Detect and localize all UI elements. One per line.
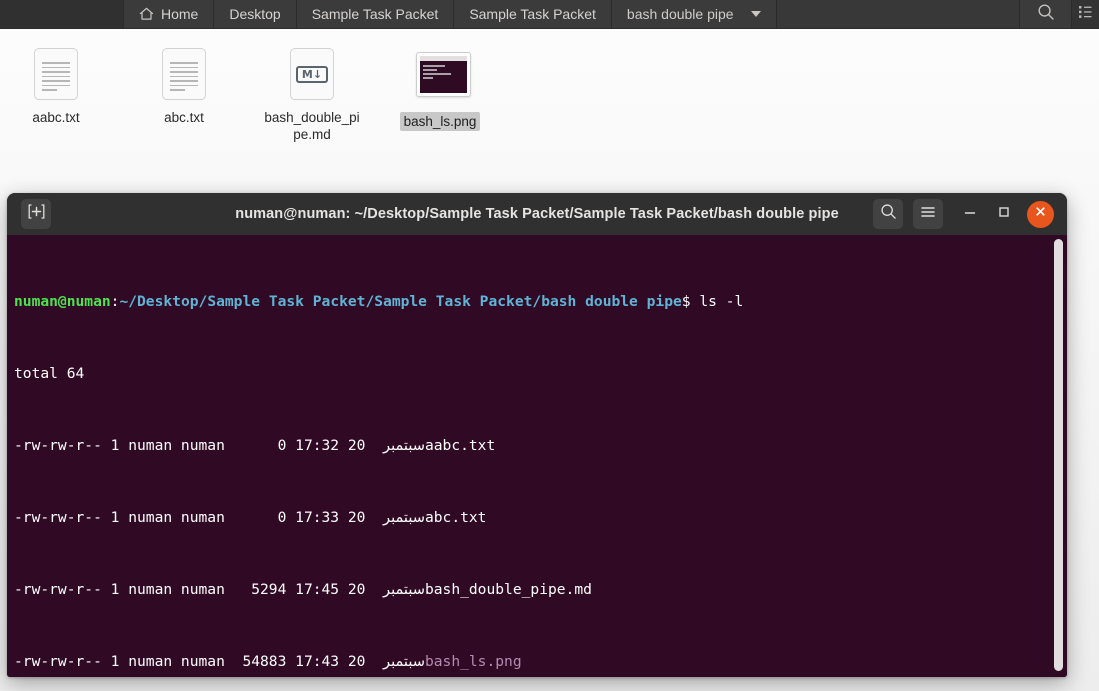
breadcrumb-item-home-label: Home (161, 6, 199, 22)
file-item-bash-ls-png-label: bash_ls.png (399, 112, 481, 131)
markdown-file-icon: M↓ (288, 48, 336, 100)
listing-name-png: bash_ls.png (424, 653, 522, 670)
prompt-path: ~/Desktop/Sample Task Packet/Sample Task… (119, 293, 682, 310)
listing-month-png: سبتمبر (383, 653, 425, 670)
breadcrumb-item-sample-task-packet-1-label: Sample Task Packet (311, 6, 439, 22)
file-item-bash-double-pipe-md-label: bash_double_pipe.md (264, 110, 360, 142)
breadcrumb-item-home[interactable]: Home (124, 0, 215, 28)
breadcrumb-item-sample-task-packet-1[interactable]: Sample Task Packet (296, 0, 455, 28)
file-manager-search-button[interactable] (1020, 0, 1072, 28)
prompt-user: numan@numan (14, 293, 111, 310)
home-icon (139, 7, 154, 21)
breadcrumb-filler (776, 0, 1020, 28)
file-item-abc-txt-label: abc.txt (164, 110, 204, 125)
close-icon (1034, 205, 1047, 223)
listing-name-md: bash_double_pipe.md (424, 581, 592, 598)
terminal-command-1: ls -l (690, 293, 744, 310)
terminal-line-total: total 64 (14, 365, 1067, 383)
search-icon (1037, 3, 1055, 26)
file-item-bash-ls-png[interactable]: bash_ls.png (384, 48, 496, 131)
terminal-line-listing-png: -rw-rw-r-- 1 numan numan 54883 17:43 20 … (14, 653, 1067, 671)
terminal-body[interactable]: numan@numan:~/Desktop/Sample Task Packet… (7, 235, 1067, 677)
search-icon (880, 203, 897, 225)
minimize-button[interactable] (953, 199, 987, 229)
minimize-icon (963, 205, 977, 223)
close-button[interactable] (1027, 200, 1054, 228)
listing-month-md: سبتمبر (383, 581, 425, 598)
listing-meta-aabc: -rw-rw-r-- 1 numan numan 0 17:32 20 (14, 437, 384, 454)
listing-name-aabc: aabc.txt (424, 437, 496, 454)
file-item-bash-double-pipe-md[interactable]: M↓ bash_double_pipe.md (256, 48, 368, 144)
breadcrumb-left-spacer (0, 0, 124, 28)
desktop-background: Home Desktop Sample Task Packet Sample T… (0, 0, 1099, 691)
file-icon-grid: aabc.txt abc.txt M↓ bash_double_pipe.md (0, 30, 1099, 190)
text-file-icon (32, 48, 80, 100)
file-item-aabc-txt[interactable]: aabc.txt (0, 48, 112, 127)
text-file-icon (160, 48, 208, 100)
breadcrumb: Home Desktop Sample Task Packet Sample T… (0, 0, 1099, 29)
terminal-output: numan@numan:~/Desktop/Sample Task Packet… (14, 239, 1067, 677)
file-item-abc-txt[interactable]: abc.txt (128, 48, 240, 127)
listing-meta-md: -rw-rw-r-- 1 numan numan 5294 17:45 20 (14, 581, 384, 598)
breadcrumb-item-sample-task-packet-2-label: Sample Task Packet (469, 6, 596, 22)
new-tab-button[interactable] (21, 199, 51, 229)
terminal-window: numan@numan: ~/Desktop/Sample Task Packe… (7, 193, 1067, 677)
hamburger-menu-icon (920, 205, 936, 224)
image-file-thumbnail-icon (416, 52, 471, 104)
listing-name-abc: abc.txt (424, 509, 487, 526)
listing-month-aabc: سبتمبر (383, 437, 425, 454)
maximize-icon (997, 205, 1011, 224)
chevron-down-icon[interactable] (750, 11, 761, 17)
markdown-badge-label: M↓ (295, 65, 329, 83)
breadcrumb-item-sample-task-packet-2[interactable]: Sample Task Packet (454, 0, 612, 28)
terminal-scrollbar-thumb[interactable] (1054, 239, 1063, 671)
terminal-window-controls (873, 199, 1067, 229)
terminal-line-listing-abc: -rw-rw-r-- 1 numan numan 0 17:33 20 سبتم… (14, 509, 1067, 527)
breadcrumb-item-desktop[interactable]: Desktop (214, 0, 297, 28)
terminal-line-listing-aabc: -rw-rw-r-- 1 numan numan 0 17:32 20 سبتم… (14, 437, 1067, 455)
breadcrumb-item-bash-double-pipe-label: bash double pipe (626, 6, 734, 22)
prompt-symbol: $ (681, 293, 691, 310)
terminal-output-total: total 64 (14, 365, 85, 382)
terminal-menu-button[interactable] (913, 199, 943, 229)
listing-meta-abc: -rw-rw-r-- 1 numan numan 0 17:33 20 (14, 509, 384, 526)
terminal-search-button[interactable] (873, 199, 903, 229)
terminal-line-listing-md: -rw-rw-r-- 1 numan numan 5294 17:45 20 س… (14, 581, 1067, 599)
view-options-icon (1079, 5, 1092, 24)
terminal-line-prompt-1: numan@numan:~/Desktop/Sample Task Packet… (14, 293, 1067, 311)
breadcrumb-item-bash-double-pipe[interactable]: bash double pipe (611, 0, 777, 28)
new-tab-icon (28, 203, 45, 225)
file-manager-view-options-button[interactable] (1072, 0, 1099, 28)
terminal-titlebar[interactable]: numan@numan: ~/Desktop/Sample Task Packe… (7, 193, 1067, 235)
listing-month-abc: سبتمبر (383, 509, 425, 526)
maximize-button[interactable] (987, 199, 1021, 229)
terminal-scrollbar[interactable] (1054, 239, 1063, 671)
file-item-aabc-txt-label: aabc.txt (32, 110, 80, 125)
listing-meta-png: -rw-rw-r-- 1 numan numan 54883 17:43 20 (14, 653, 384, 670)
breadcrumb-item-desktop-label: Desktop (229, 6, 281, 22)
